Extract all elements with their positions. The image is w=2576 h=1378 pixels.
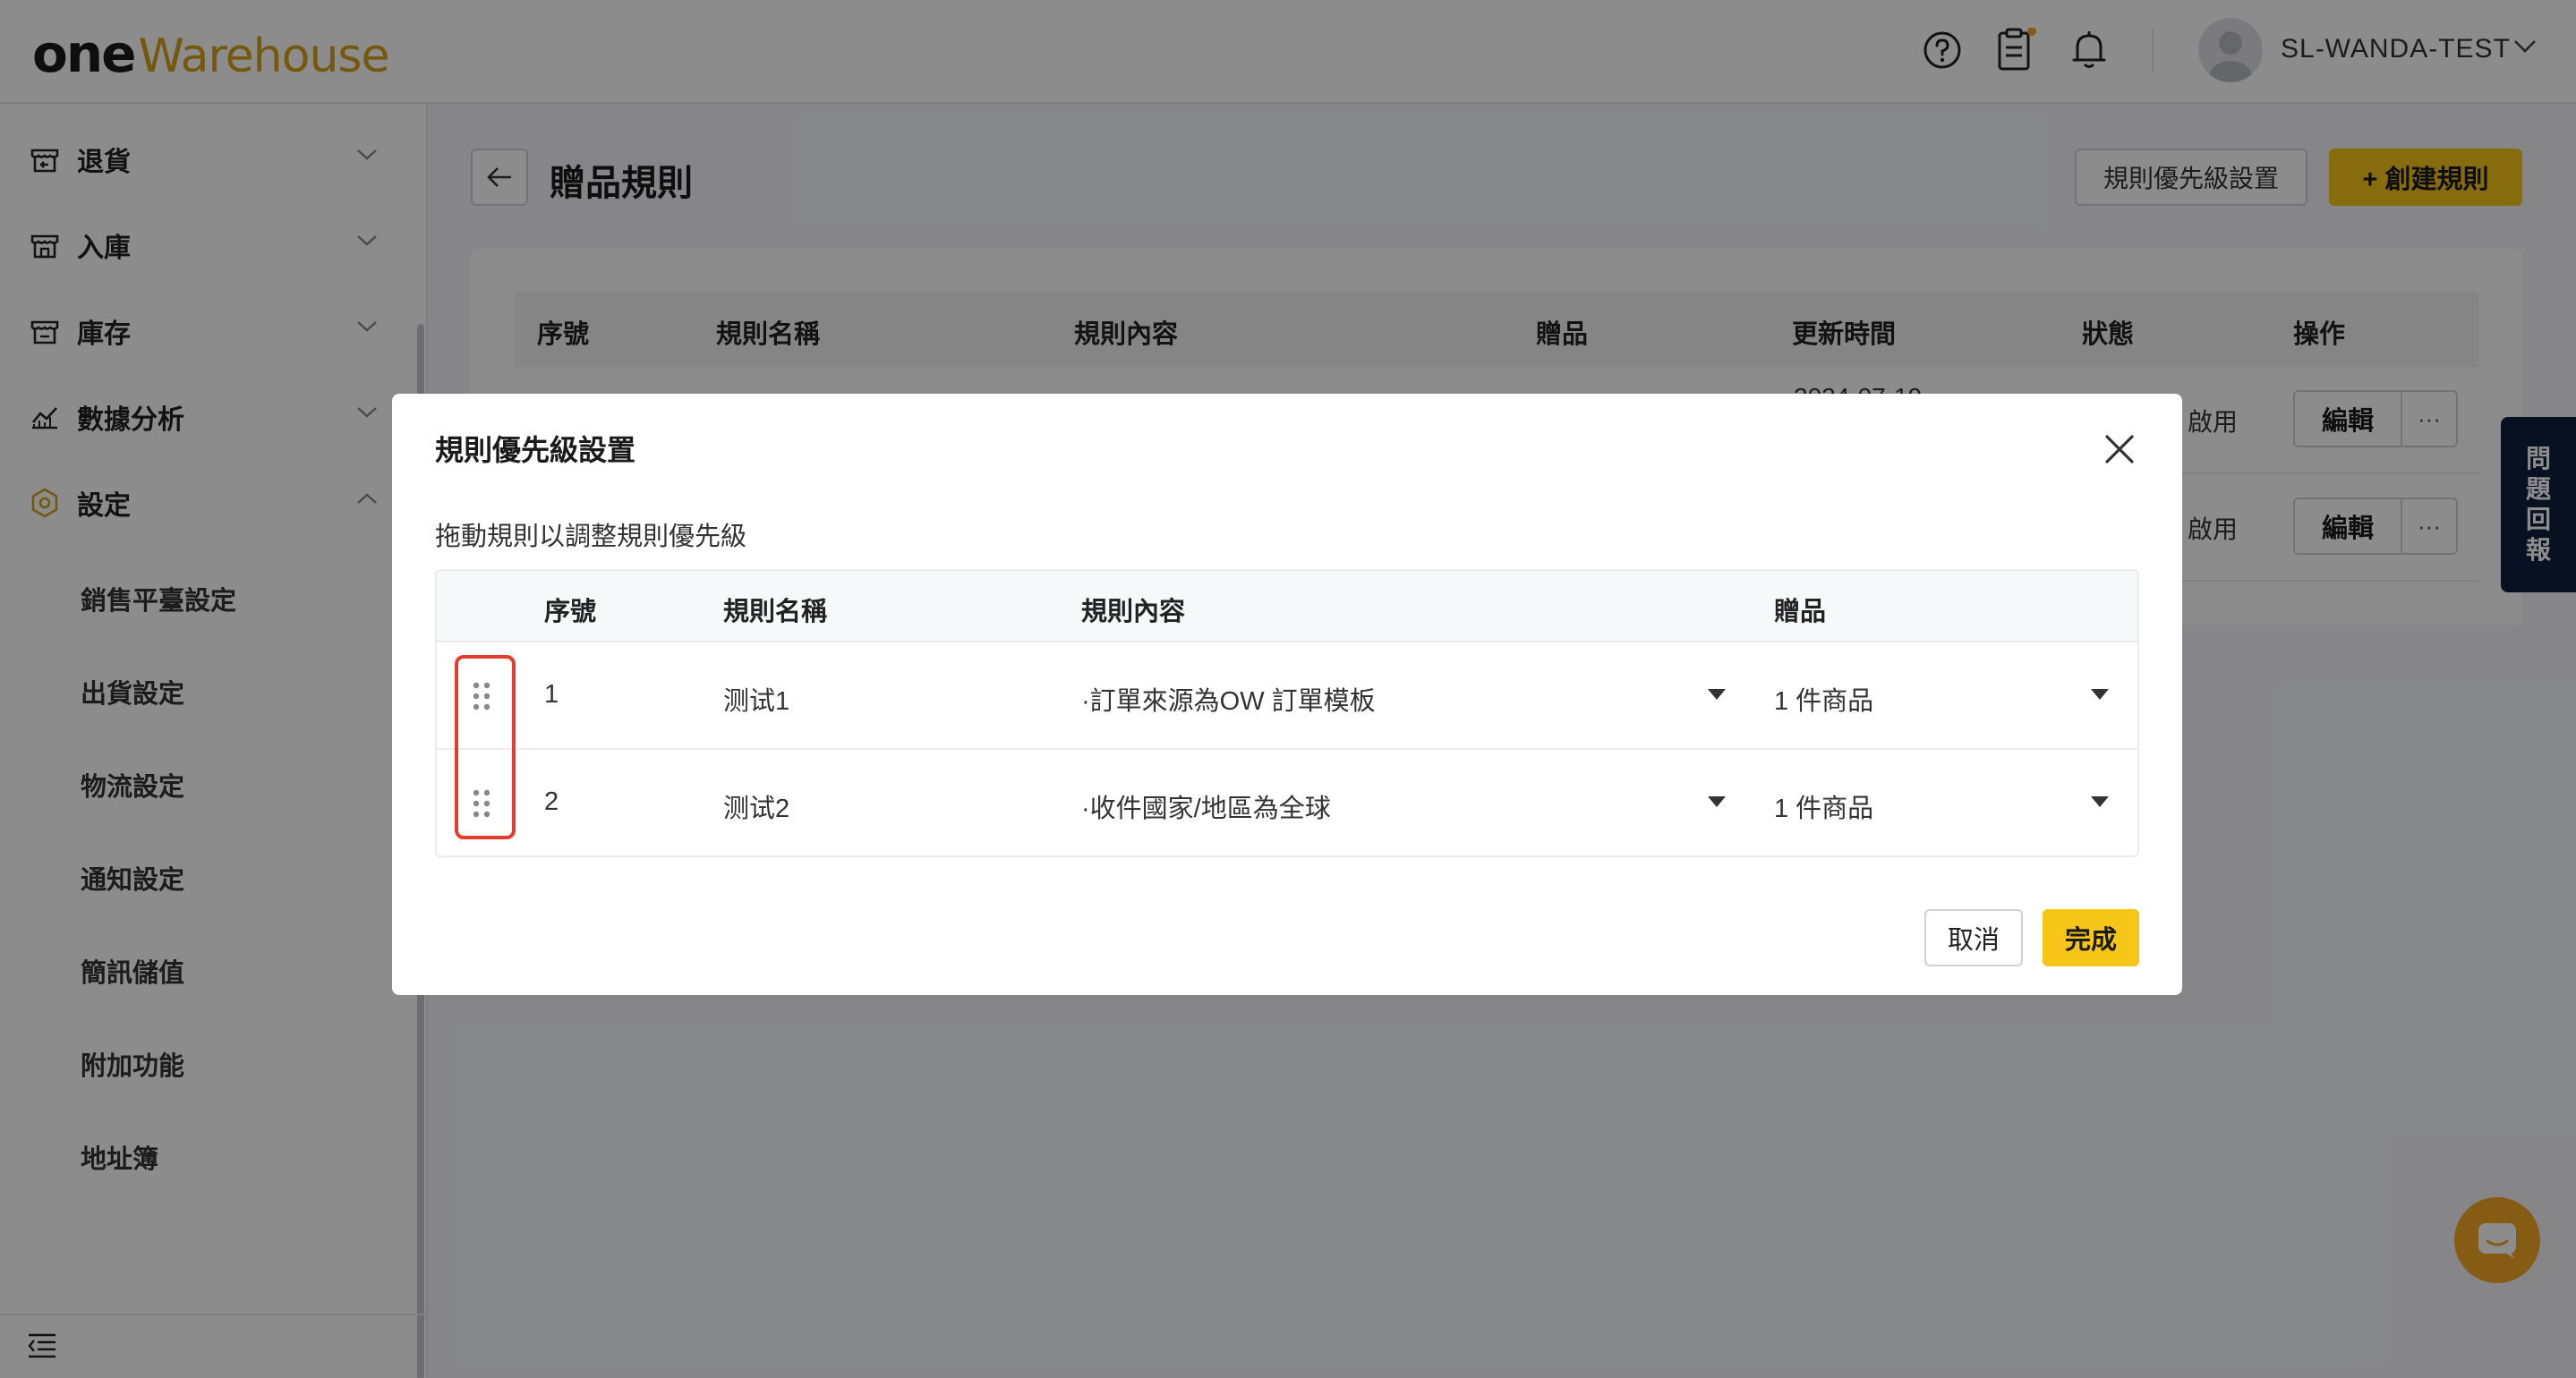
column-header: 規則內容 <box>1081 598 1186 626</box>
cancel-button[interactable]: 取消 <box>1924 909 2023 966</box>
caret-down-icon[interactable] <box>2091 689 2109 700</box>
close-icon[interactable] <box>2100 430 2139 469</box>
done-button[interactable]: 完成 <box>2043 909 2139 966</box>
gift-count: 1 件商品 <box>1774 687 1874 716</box>
caret-down-icon[interactable] <box>1708 796 1726 807</box>
gift-count: 1 件商品 <box>1774 795 1874 823</box>
modal-title: 規則優先級設置 <box>435 434 636 466</box>
modal-hint: 拖動規則以調整規則優先級 <box>435 523 747 551</box>
row-index: 2 <box>544 787 559 816</box>
priority-table: 序號 規則名稱 規則內容 贈品 1 测试1 ·訂單來源為OW 訂單模板 1 件商… <box>435 569 2139 857</box>
column-header: 規則名稱 <box>723 598 828 626</box>
row-index: 1 <box>544 680 559 709</box>
rule-name: 测试2 <box>723 795 790 823</box>
table-row[interactable]: 2 测试2 ·收件國家/地區為全球 1 件商品 <box>437 750 2137 855</box>
caret-down-icon[interactable] <box>1708 689 1726 700</box>
column-header: 序號 <box>544 598 597 626</box>
table-row[interactable]: 1 测试1 ·訂單來源為OW 訂單模板 1 件商品 <box>437 642 2137 750</box>
rule-content: ·訂單來源為OW 訂單模板 <box>1081 687 1376 716</box>
rule-content: ·收件國家/地區為全球 <box>1081 795 1331 823</box>
column-header: 贈品 <box>1774 598 1827 626</box>
caret-down-icon[interactable] <box>2091 796 2109 807</box>
rule-name: 测试1 <box>723 687 790 716</box>
drag-handle-highlight <box>455 655 516 839</box>
priority-settings-modal: 規則優先級設置 拖動規則以調整規則優先級 序號 規則名稱 規則內容 贈品 1 测… <box>392 394 2182 995</box>
table-header: 序號 規則名稱 規則內容 贈品 <box>437 571 2137 642</box>
